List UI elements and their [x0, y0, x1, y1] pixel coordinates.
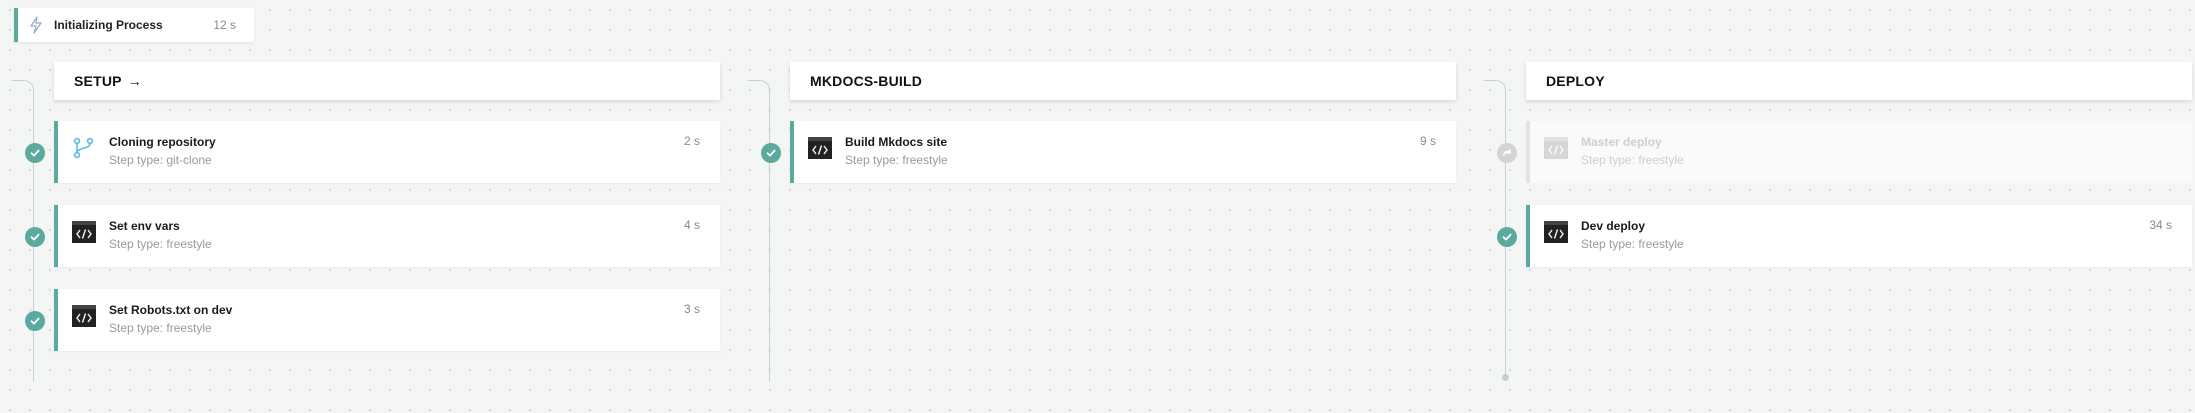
- pipeline-end-dot: [1502, 374, 1509, 381]
- skip-redo-icon: [1503, 149, 1511, 156]
- step-skipped-indicator: [1497, 143, 1517, 163]
- arrow-right-icon: →: [127, 73, 142, 89]
- mkdocs-connector-line: [769, 90, 770, 382]
- step-duration: 9 s: [1419, 134, 1436, 148]
- stage-title-deploy: DEPLOY: [1546, 73, 1605, 89]
- step-duration: 4 s: [683, 218, 700, 232]
- step-success-check: [25, 143, 45, 163]
- step-success-check: [761, 143, 781, 163]
- step-success-check: [25, 311, 45, 331]
- lightning-icon: [30, 16, 42, 34]
- stage-title-mkdocs-build: MKDOCS-BUILD: [810, 73, 923, 89]
- stage-header-mkdocs-build[interactable]: MKDOCS-BUILD: [790, 62, 1456, 100]
- step-type: Step type: freestyle: [1581, 237, 1684, 251]
- step-type: Step type: freestyle: [109, 321, 212, 335]
- step-set-env-vars[interactable]: Set env vars Step type: freestyle 4 s: [54, 205, 720, 267]
- terminal-code-icon: [72, 305, 96, 327]
- check-icon: [30, 233, 40, 241]
- step-duration: 34 s: [2149, 218, 2172, 232]
- initializing-duration: 12 s: [213, 18, 236, 32]
- step-set-robots-txt[interactable]: Set Robots.txt on dev Step type: freesty…: [54, 289, 720, 351]
- initializing-title: Initializing Process: [54, 18, 163, 32]
- step-cloning-repository[interactable]: Cloning repository Step type: git-clone …: [54, 121, 720, 183]
- stage-header-setup[interactable]: SETUP →: [54, 62, 720, 100]
- stage-header-deploy[interactable]: DEPLOY: [1526, 62, 2192, 100]
- check-icon: [1502, 233, 1512, 241]
- step-dev-deploy[interactable]: Dev deploy Step type: freestyle 34 s: [1526, 205, 2192, 267]
- step-type: Step type: freestyle: [109, 237, 212, 251]
- initializing-process-card[interactable]: Initializing Process 12 s: [14, 8, 254, 42]
- setup-connector-corner: [12, 80, 34, 90]
- terminal-code-icon: [1544, 221, 1568, 243]
- step-duration: 3 s: [683, 302, 700, 316]
- step-success-check: [1497, 227, 1517, 247]
- step-master-deploy[interactable]: Master deploy Step type: freestyle: [1526, 121, 2192, 183]
- check-icon: [766, 149, 776, 157]
- step-success-check: [25, 227, 45, 247]
- step-type: Step type: freestyle: [845, 153, 948, 167]
- mkdocs-connector-corner: [748, 80, 770, 90]
- step-name: Cloning repository: [109, 135, 216, 149]
- terminal-code-icon: [72, 221, 96, 243]
- stage-title-setup: SETUP: [74, 73, 122, 89]
- git-branch-icon: [73, 137, 94, 159]
- terminal-code-icon: [808, 137, 832, 159]
- step-name: Set env vars: [109, 219, 180, 233]
- check-icon: [30, 149, 40, 157]
- step-build-mkdocs-site[interactable]: Build Mkdocs site Step type: freestyle 9…: [790, 121, 1456, 183]
- check-icon: [30, 317, 40, 325]
- step-name: Master deploy: [1581, 135, 1662, 149]
- step-duration: 2 s: [683, 134, 700, 148]
- deploy-connector-corner: [1484, 80, 1506, 90]
- step-type: Step type: git-clone: [109, 153, 212, 167]
- step-name: Build Mkdocs site: [845, 135, 948, 149]
- step-name: Dev deploy: [1581, 219, 1646, 233]
- step-name: Set Robots.txt on dev: [109, 303, 233, 317]
- step-type: Step type: freestyle: [1581, 153, 1684, 167]
- terminal-code-icon: [1544, 137, 1568, 159]
